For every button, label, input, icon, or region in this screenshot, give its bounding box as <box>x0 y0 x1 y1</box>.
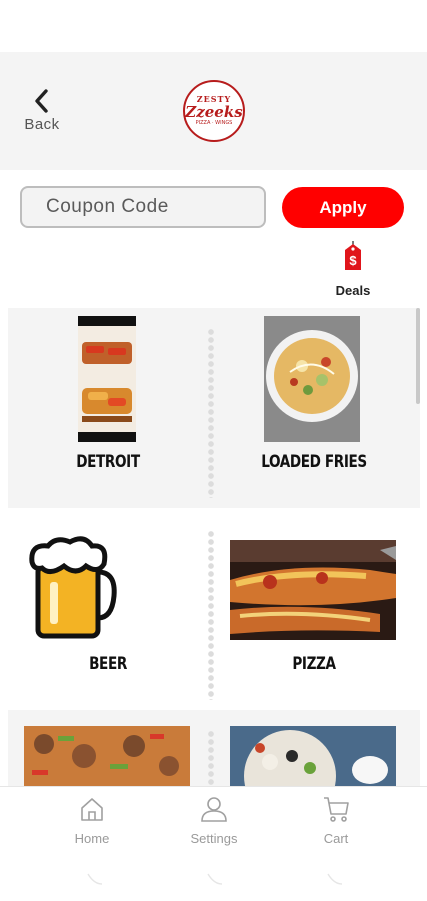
back-button[interactable]: Back <box>20 88 64 138</box>
category-row <box>8 710 420 786</box>
salad-image <box>230 726 396 786</box>
cart-icon <box>324 797 349 822</box>
beer-mug-icon <box>29 536 117 639</box>
user-icon <box>201 797 227 822</box>
pizza-image <box>230 540 396 640</box>
home-icon <box>81 798 103 821</box>
system-navigation-hint <box>87 873 343 885</box>
loaded-fries-image <box>264 316 360 442</box>
nav-cart-label: Cart <box>323 831 349 846</box>
category-grid: DETROIT LOADED FRIES BEER PIZZA <box>0 306 427 786</box>
category-label: PIZZA <box>292 654 336 674</box>
deals-button[interactable]: $ Deals <box>330 240 376 300</box>
category-item[interactable] <box>214 710 414 786</box>
coupon-code-input[interactable] <box>20 186 266 228</box>
logo-name-text: Zzeeks <box>185 103 243 121</box>
specialty-pizza-image <box>24 726 190 786</box>
scrollbar[interactable] <box>416 308 420 404</box>
nav-cart[interactable]: Cart <box>291 795 381 855</box>
category-row: BEER PIZZA <box>8 510 420 710</box>
category-label: LOADED FRIES <box>261 452 367 472</box>
price-tag-icon: $ <box>345 241 361 270</box>
deals-label: Deals <box>335 283 371 298</box>
chevron-left-icon <box>35 89 48 113</box>
nav-home[interactable]: Home <box>47 795 137 855</box>
svg-text:$: $ <box>349 253 357 268</box>
category-label: BEER <box>89 654 127 674</box>
category-label: DETROIT <box>76 452 140 472</box>
nav-settings[interactable]: Settings <box>169 795 259 855</box>
category-pizza[interactable]: PIZZA <box>214 510 414 710</box>
brand-logo: ZESTY Zzeeks PIZZA · WINGS <box>183 80 245 142</box>
status-bar <box>0 0 427 52</box>
category-beer[interactable]: BEER <box>8 510 208 710</box>
logo-sub-text: PIZZA · WINGS <box>195 120 233 126</box>
detroit-pizza-image <box>78 316 136 442</box>
nav-settings-label: Settings <box>190 831 238 846</box>
category-loaded-fries[interactable]: LOADED FRIES <box>214 308 414 508</box>
category-row: DETROIT LOADED FRIES <box>8 308 420 508</box>
category-item[interactable] <box>8 710 208 786</box>
nav-home-label: Home <box>74 831 110 846</box>
apply-button[interactable]: Apply <box>282 187 404 228</box>
back-label: Back <box>24 116 60 133</box>
category-detroit[interactable]: DETROIT <box>8 308 208 508</box>
